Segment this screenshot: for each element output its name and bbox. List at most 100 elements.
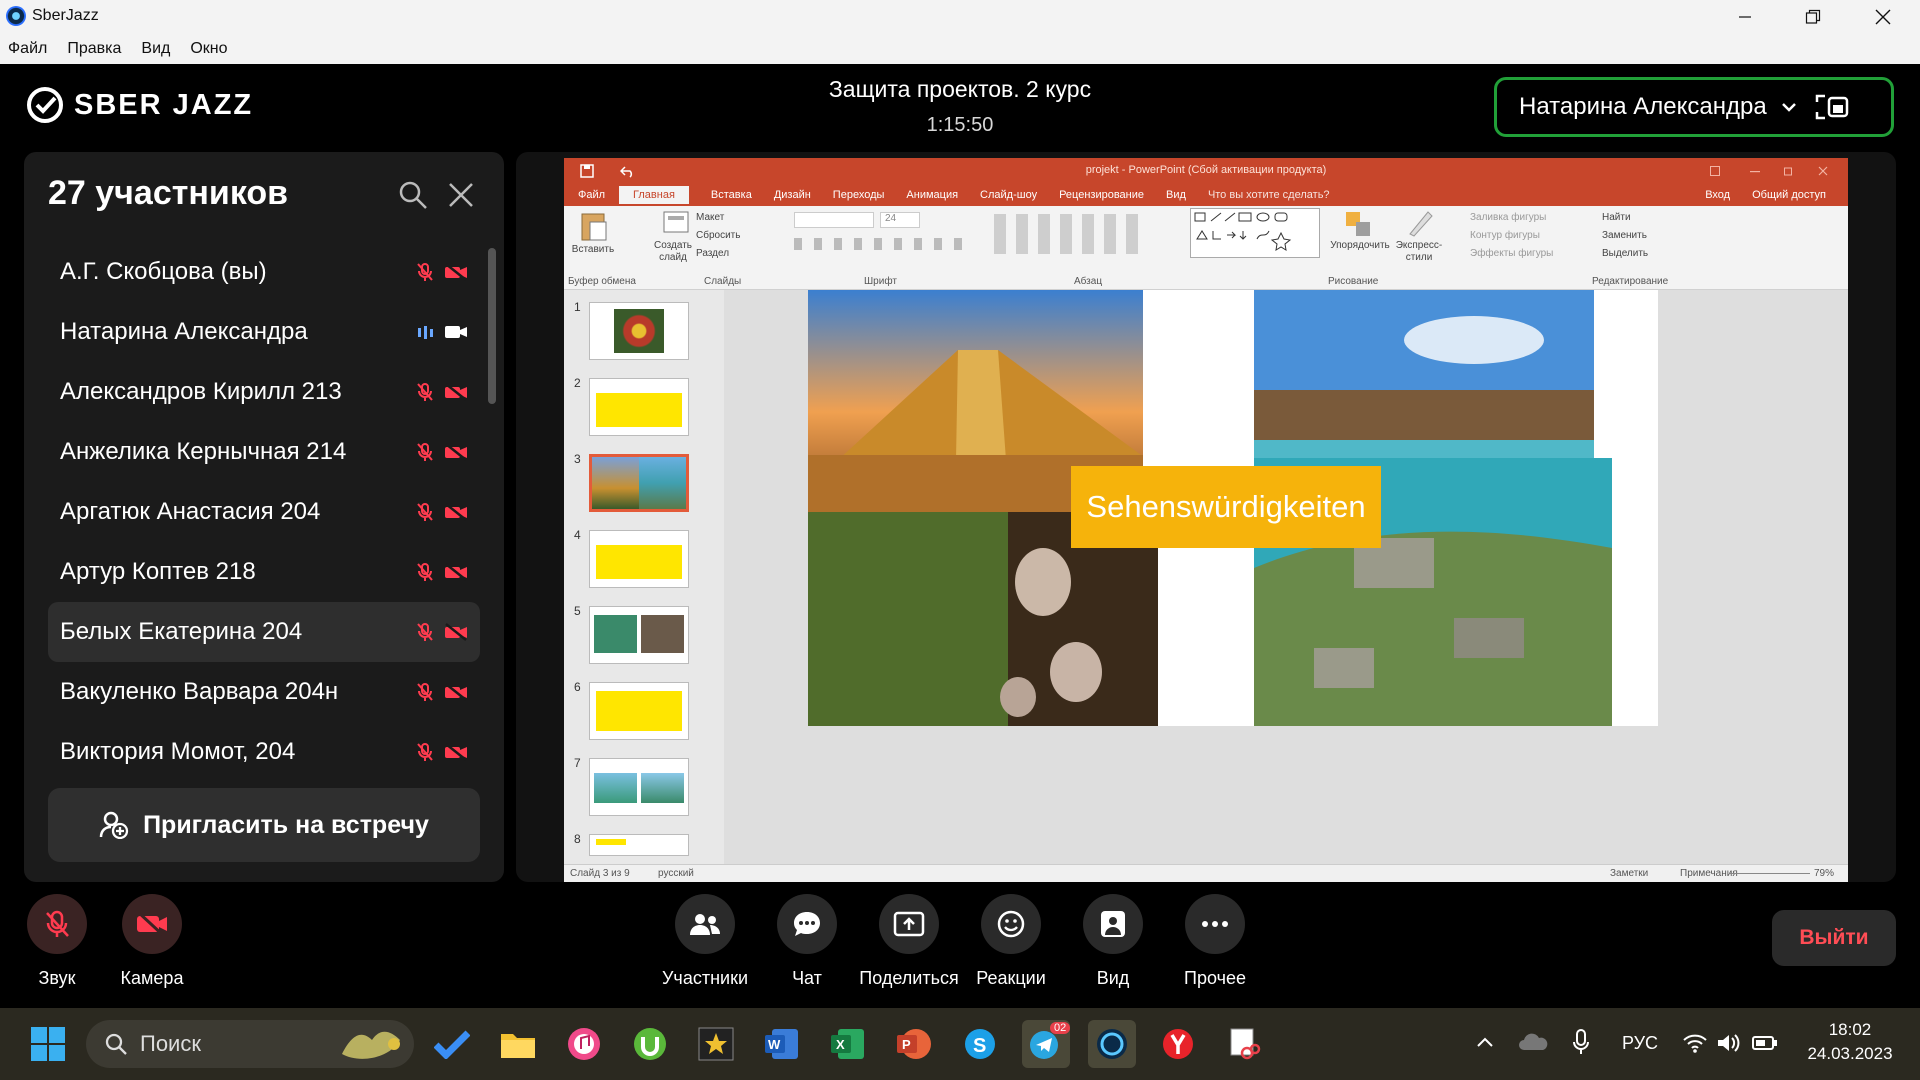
ppt-section-label: Раздел <box>696 248 730 259</box>
share-screen-icon <box>893 911 925 937</box>
reactions-label: Реакции <box>976 968 1046 988</box>
taskbar-powerpoint[interactable]: P <box>890 1020 938 1068</box>
volume-icon[interactable] <box>1716 1032 1740 1054</box>
search-highlight-icon <box>342 1031 400 1059</box>
participant-row[interactable]: Виктория Момот, 204 <box>48 722 480 782</box>
ppt-notes-toggle: Заметки <box>1610 868 1649 879</box>
tray-language[interactable]: РУС <box>1622 1033 1658 1054</box>
ppt-find-label: Найти <box>1602 212 1631 223</box>
chat-button[interactable] <box>777 894 837 954</box>
participant-row[interactable]: Артур Коптев 218 <box>48 542 480 602</box>
participant-status-icons <box>416 324 468 340</box>
participant-row[interactable]: Вакуленко Варвара 204н <box>48 662 480 722</box>
participant-row[interactable]: Аргатюк Анастасия 204 <box>48 482 480 542</box>
menu-edit[interactable]: Правка <box>67 40 121 58</box>
participant-row[interactable]: Белых Екатерина 204 <box>48 602 480 662</box>
window-title: SberJazz <box>32 7 99 24</box>
camera-control[interactable]: Камера <box>102 894 202 989</box>
mic-toggle-button[interactable] <box>27 894 87 954</box>
participants-scrollbar[interactable] <box>488 248 496 404</box>
menu-file[interactable]: Файл <box>8 40 47 58</box>
ppt-tab-home: Главная <box>619 186 689 204</box>
invite-button[interactable]: Пригласить на встречу <box>48 788 480 862</box>
ppt-font-size-box: 24 <box>880 212 920 228</box>
search-icon[interactable] <box>398 180 428 210</box>
participants-label: Участники <box>662 968 748 988</box>
battery-icon[interactable] <box>1752 1035 1778 1051</box>
taskbar-word[interactable]: W <box>758 1020 806 1068</box>
taskbar-file-explorer[interactable] <box>494 1020 542 1068</box>
share-control[interactable]: Поделиться <box>859 894 959 989</box>
participant-row[interactable]: А.Г. Скобцова (вы) <box>48 242 480 302</box>
chat-control[interactable]: Чат <box>757 894 857 989</box>
ppt-tab-design: Дизайн <box>773 189 811 201</box>
camera-off-icon <box>445 263 467 281</box>
start-button[interactable] <box>24 1020 72 1068</box>
participant-name: Виктория Момот, 204 <box>60 738 296 765</box>
onedrive-cloud-icon[interactable] <box>1518 1032 1548 1052</box>
taskbar-yandex-browser[interactable] <box>1154 1020 1202 1068</box>
participant-status-icons <box>416 442 468 462</box>
more-control[interactable]: Прочее <box>1165 894 1265 989</box>
tray-chevron-up-icon[interactable] <box>1476 1036 1494 1048</box>
current-slide: Sehenswürdigkeiten <box>808 290 1658 726</box>
ppt-sign-in: Вход <box>1705 189 1731 201</box>
participant-status-icons <box>416 742 468 762</box>
slide-thumbnail <box>589 378 689 436</box>
reactions-button[interactable] <box>981 894 1041 954</box>
share-button[interactable] <box>879 894 939 954</box>
taskbar-clock[interactable]: 18:02 24.03.2023 <box>1790 1020 1910 1064</box>
taskbar-utorrent[interactable] <box>626 1020 674 1068</box>
thumb-number: 2 <box>574 376 581 390</box>
view-control[interactable]: Вид <box>1063 894 1163 989</box>
taskbar-skype[interactable]: S <box>956 1020 1004 1068</box>
taskbar-sberjazz[interactable] <box>1088 1020 1136 1068</box>
taskbar-movie-app[interactable] <box>692 1020 740 1068</box>
restore-button[interactable] <box>1778 0 1848 34</box>
ppt-titlebar: projekt - PowerPoint (Сбой активации про… <box>564 158 1848 184</box>
ppt-tab-view: Вид <box>1166 189 1186 201</box>
participant-name: Вакуленко Варвара 204н <box>60 678 339 705</box>
ppt-statusbar: Слайд 3 из 9 русский Заметки Примечания … <box>564 864 1848 882</box>
telegram-badge: 02 <box>1050 1022 1071 1034</box>
menu-window[interactable]: Окно <box>190 40 227 58</box>
active-speaker-selector[interactable]: Натарина Александра <box>1494 77 1894 137</box>
microphone-icon[interactable] <box>1572 1028 1590 1056</box>
menu-view[interactable]: Вид <box>141 40 170 58</box>
participants-button[interactable] <box>675 894 735 954</box>
close-icon[interactable] <box>448 182 474 208</box>
powerpoint-icon: P <box>897 1029 931 1059</box>
ppt-shape-outline-label: Контур фигуры <box>1470 230 1540 241</box>
ppt-tab-slideshow: Слайд-шоу <box>980 189 1038 201</box>
camera-toggle-button[interactable] <box>122 894 182 954</box>
taskbar-snipping-tool[interactable] <box>1220 1020 1268 1068</box>
participant-row[interactable]: Анжелика Кернычная 214 <box>48 422 480 482</box>
ppt-tab-transitions: Переходы <box>832 189 885 201</box>
participant-row[interactable]: Александров Кирилл 213 <box>48 362 480 422</box>
search-icon <box>105 1033 127 1055</box>
chat-label: Чат <box>792 968 822 988</box>
camera-off-icon <box>136 910 167 938</box>
reactions-control[interactable]: Реакции <box>961 894 1061 989</box>
leave-meeting-button[interactable]: Выйти <box>1772 910 1896 966</box>
participants-control[interactable]: Участники <box>655 894 755 989</box>
taskbar-excel[interactable]: X <box>824 1020 872 1068</box>
sound-label: Звук <box>38 968 76 988</box>
taskbar-search[interactable]: Поиск <box>86 1020 414 1068</box>
view-button[interactable] <box>1083 894 1143 954</box>
thumb-number: 7 <box>574 756 581 770</box>
more-button[interactable] <box>1185 894 1245 954</box>
thumb-number: 6 <box>574 680 581 694</box>
switch-screen-icon[interactable] <box>1815 92 1849 122</box>
minimize-button[interactable] <box>1710 0 1780 34</box>
ppt-paste-label: Вставить <box>571 244 615 255</box>
taskbar-telegram[interactable]: 02 <box>1022 1020 1071 1068</box>
snipping-icon <box>1230 1028 1261 1060</box>
close-window-button[interactable] <box>1848 0 1918 34</box>
participant-row[interactable]: Натарина Александра <box>48 302 480 362</box>
sound-control[interactable]: Звук <box>7 894 107 989</box>
taskbar-todo-app[interactable] <box>428 1020 476 1068</box>
svg-text:S: S <box>973 1035 986 1057</box>
taskbar-music-app[interactable] <box>560 1020 608 1068</box>
wifi-icon[interactable] <box>1682 1032 1708 1054</box>
